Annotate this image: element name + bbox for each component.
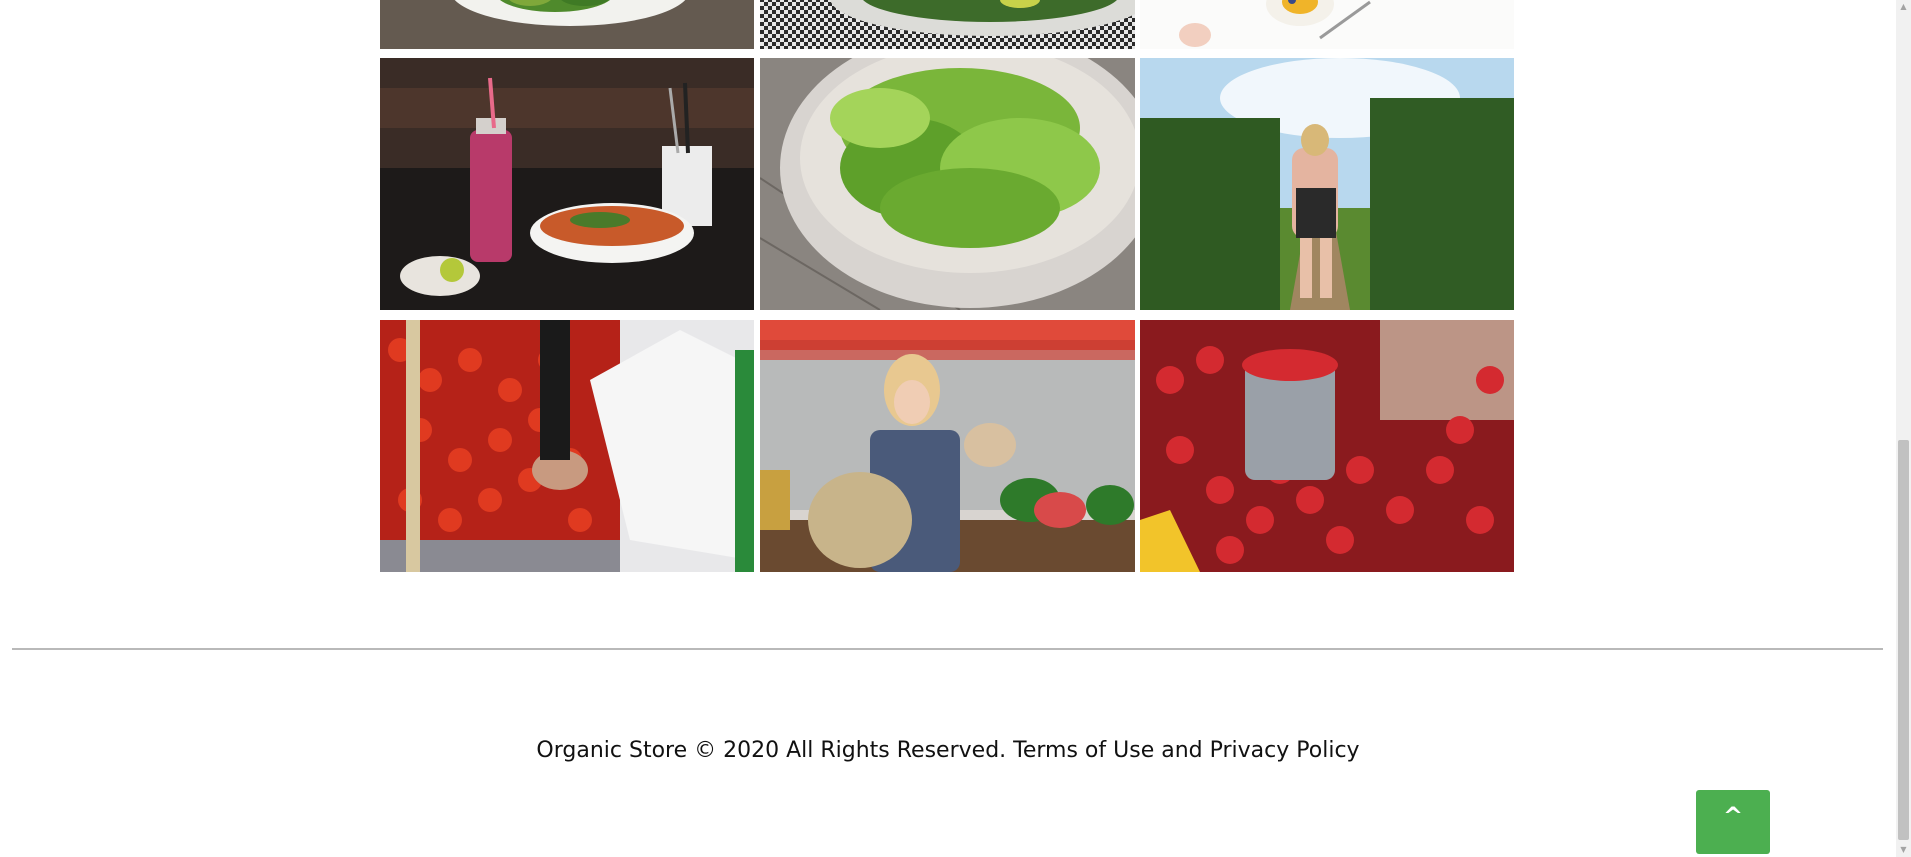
privacy-policy-link[interactable]: Privacy Policy <box>1210 738 1360 763</box>
gallery-image-strawberries[interactable] <box>1140 320 1514 572</box>
scroll-up-arrow-icon[interactable]: ▲ <box>1896 0 1911 14</box>
gallery-image-lettuce-bowl[interactable] <box>760 58 1135 310</box>
copyright-text: Organic Store © 2020 All Rights Reserved… <box>536 738 1007 763</box>
footer-copyright: Organic Store © 2020 All Rights Reserved… <box>0 738 1896 763</box>
back-to-top-button[interactable]: ^ <box>1696 790 1770 854</box>
terms-of-use-link[interactable]: Terms of Use <box>1013 738 1154 763</box>
page: Organic Store © 2020 All Rights Reserved… <box>0 0 1911 857</box>
and-text: and <box>1161 738 1203 763</box>
gallery-image-salad-plate[interactable] <box>380 0 754 49</box>
scrollbar-thumb[interactable] <box>1898 440 1909 840</box>
gallery-image-vineyard[interactable] <box>1140 58 1514 310</box>
gallery-image-soup-drink[interactable] <box>380 58 754 310</box>
gallery-image-market-girl[interactable] <box>760 320 1135 572</box>
caret-up-icon: ^ <box>1722 802 1744 830</box>
footer-divider <box>12 648 1883 650</box>
gallery-image-breakfast[interactable] <box>1140 0 1514 49</box>
gallery-image-salad-table[interactable] <box>760 0 1135 49</box>
gallery-image-tomatoes[interactable] <box>380 320 754 572</box>
scroll-down-arrow-icon[interactable]: ▼ <box>1896 843 1911 857</box>
